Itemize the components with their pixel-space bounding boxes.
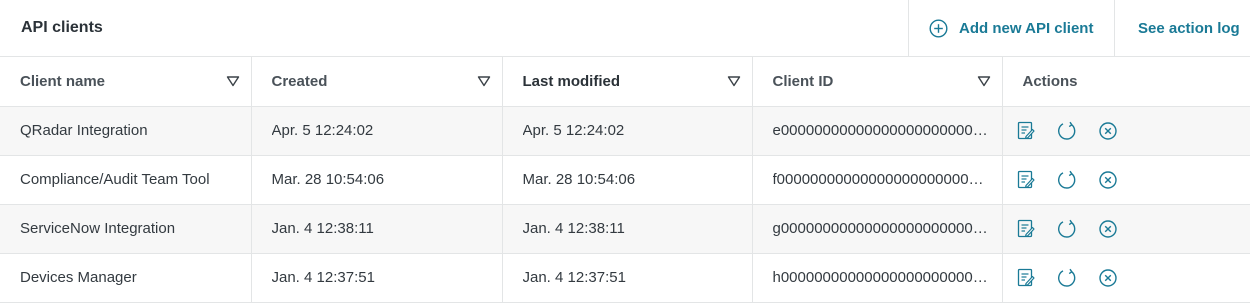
triangle-down-icon[interactable] bbox=[477, 75, 491, 87]
client-name-cell: QRadar Integration bbox=[0, 106, 252, 156]
plus-circle-icon bbox=[929, 18, 948, 38]
column-header-client-id[interactable]: Client ID bbox=[752, 57, 1003, 107]
edit-icon[interactable] bbox=[1016, 170, 1036, 190]
column-header-created[interactable]: Created bbox=[251, 57, 503, 107]
table-header-row: Client name Created Last modified Client… bbox=[0, 57, 1250, 107]
x-circle-icon[interactable] bbox=[1098, 268, 1118, 288]
header-actions: Add new API client See action log bbox=[908, 0, 1250, 56]
refresh-icon[interactable] bbox=[1057, 121, 1077, 141]
column-header-actions: Actions bbox=[1002, 57, 1250, 107]
triangle-down-icon[interactable] bbox=[727, 75, 741, 87]
add-api-client-label: Add new API client bbox=[959, 19, 1094, 37]
client-name: Compliance/Audit Team Tool bbox=[20, 171, 210, 188]
column-label: Actions bbox=[1022, 72, 1078, 90]
created-date: Jan. 4 12:37:51 bbox=[271, 269, 375, 286]
client-name: ServiceNow Integration bbox=[20, 220, 176, 237]
created-cell: Mar. 28 10:54:06 bbox=[251, 155, 503, 205]
table-row: ServiceNow Integration Jan. 4 12:38:11 J… bbox=[0, 204, 1250, 254]
client-id-cell: f000000000000000000000000000000 bbox=[752, 155, 1003, 205]
table-row: Compliance/Audit Team Tool Mar. 28 10:54… bbox=[0, 155, 1250, 205]
edit-icon[interactable] bbox=[1016, 219, 1036, 239]
refresh-icon[interactable] bbox=[1057, 219, 1077, 239]
created-cell: Jan. 4 12:38:11 bbox=[251, 204, 503, 254]
client-id: f000000000000000000000000000000 bbox=[772, 171, 1002, 188]
table-row: QRadar Integration Apr. 5 12:24:02 Apr. … bbox=[0, 106, 1250, 156]
client-id-cell: e000000000000000000000000000000 bbox=[752, 106, 1003, 156]
client-name-cell: Devices Manager bbox=[0, 253, 252, 303]
client-name-cell: Compliance/Audit Team Tool bbox=[0, 155, 252, 205]
triangle-down-icon[interactable] bbox=[977, 75, 991, 87]
modified-date: Mar. 28 10:54:06 bbox=[522, 171, 636, 188]
column-label: Last modified bbox=[522, 72, 621, 90]
client-id: e000000000000000000000000000000 bbox=[772, 122, 1002, 139]
page-header: API clients Add new API client See actio… bbox=[0, 0, 1250, 57]
client-id: h000000000000000000000000000000 bbox=[772, 269, 1002, 286]
column-label: Client name bbox=[20, 72, 106, 90]
client-id: g000000000000000000000000000000 bbox=[772, 220, 1002, 237]
client-id-cell: g000000000000000000000000000000 bbox=[752, 204, 1003, 254]
client-name-cell: ServiceNow Integration bbox=[0, 204, 252, 254]
x-circle-icon[interactable] bbox=[1098, 219, 1118, 239]
modified-cell: Jan. 4 12:38:11 bbox=[502, 204, 753, 254]
actions-cell bbox=[1002, 204, 1250, 254]
client-name: QRadar Integration bbox=[20, 122, 148, 139]
edit-icon[interactable] bbox=[1016, 268, 1036, 288]
edit-icon[interactable] bbox=[1016, 121, 1036, 141]
x-circle-icon[interactable] bbox=[1098, 170, 1118, 190]
column-header-last-modified[interactable]: Last modified bbox=[502, 57, 753, 107]
actions-cell bbox=[1002, 253, 1250, 303]
x-circle-icon[interactable] bbox=[1098, 121, 1118, 141]
column-label: Client ID bbox=[772, 72, 834, 90]
created-date: Mar. 28 10:54:06 bbox=[271, 171, 385, 188]
modified-date: Apr. 5 12:24:02 bbox=[522, 122, 625, 139]
api-clients-table: Client name Created Last modified Client… bbox=[0, 57, 1250, 303]
see-action-log-button[interactable]: See action log bbox=[1114, 0, 1250, 56]
created-cell: Apr. 5 12:24:02 bbox=[251, 106, 503, 156]
modified-cell: Mar. 28 10:54:06 bbox=[502, 155, 753, 205]
created-date: Apr. 5 12:24:02 bbox=[271, 122, 374, 139]
created-cell: Jan. 4 12:37:51 bbox=[251, 253, 503, 303]
created-date: Jan. 4 12:38:11 bbox=[271, 220, 374, 237]
client-id-cell: h000000000000000000000000000000 bbox=[752, 253, 1003, 303]
page-title: API clients bbox=[21, 19, 103, 36]
add-api-client-button[interactable]: Add new API client bbox=[908, 0, 1114, 56]
client-name: Devices Manager bbox=[20, 269, 137, 286]
column-label: Created bbox=[271, 72, 328, 90]
refresh-icon[interactable] bbox=[1057, 268, 1077, 288]
column-header-client-name[interactable]: Client name bbox=[0, 57, 252, 107]
table-row: Devices Manager Jan. 4 12:37:51 Jan. 4 1… bbox=[0, 253, 1250, 303]
actions-cell bbox=[1002, 155, 1250, 205]
triangle-down-icon[interactable] bbox=[226, 75, 240, 87]
modified-cell: Apr. 5 12:24:02 bbox=[502, 106, 753, 156]
refresh-icon[interactable] bbox=[1057, 170, 1077, 190]
see-action-log-label: See action log bbox=[1138, 19, 1240, 37]
modified-date: Jan. 4 12:38:11 bbox=[522, 220, 625, 237]
modified-cell: Jan. 4 12:37:51 bbox=[502, 253, 753, 303]
modified-date: Jan. 4 12:37:51 bbox=[522, 269, 626, 286]
actions-cell bbox=[1002, 106, 1250, 156]
